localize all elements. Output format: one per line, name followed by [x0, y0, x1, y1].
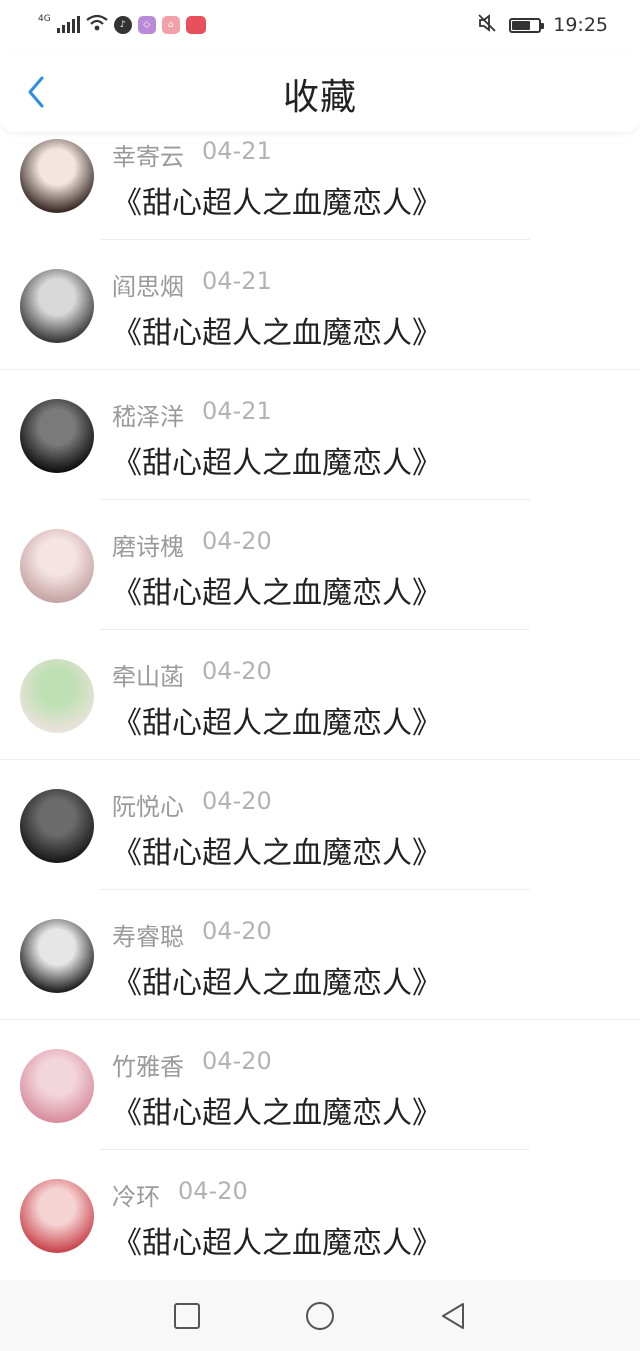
item-title[interactable]: 《甜心超人之血魔恋人》 [112, 698, 442, 742]
header: 收藏 [0, 50, 640, 132]
user-name: 幸寄云 [112, 143, 184, 171]
status-right: 19:25 [477, 13, 608, 38]
page-title: 收藏 [282, 77, 357, 118]
avatar[interactable] [20, 139, 94, 213]
item-date: 04-20 [202, 917, 272, 945]
recent-apps-button[interactable] [167, 1296, 207, 1336]
user-name: 阮悦心 [112, 793, 184, 821]
user-name: 牵山菡 [112, 663, 184, 691]
list-item[interactable]: 嵇泽洋 04-21 《甜心超人之血魔恋人》 [0, 370, 640, 500]
item-meta: 磨诗槐 04-20 [112, 527, 272, 562]
list-item[interactable]: 寿睿聪 04-20 《甜心超人之血魔恋人》 [0, 890, 640, 1020]
item-title[interactable]: 《甜心超人之血魔恋人》 [112, 568, 442, 612]
tiktok-icon: ♪ [113, 16, 132, 34]
avatar[interactable] [20, 919, 94, 993]
network-type: 4G [38, 13, 51, 24]
item-meta: 幸寄云 04-21 [112, 137, 272, 172]
item-title[interactable]: 《甜心超人之血魔恋人》 [112, 438, 442, 482]
avatar[interactable] [20, 529, 94, 603]
item-title[interactable]: 《甜心超人之血魔恋人》 [112, 958, 442, 1002]
item-date: 04-21 [202, 397, 272, 425]
item-title[interactable]: 《甜心超人之血魔恋人》 [112, 178, 442, 222]
avatar[interactable] [20, 1179, 94, 1253]
list-item[interactable]: 阮悦心 04-20 《甜心超人之血魔恋人》 [0, 760, 640, 890]
item-date: 04-21 [202, 137, 272, 165]
list-item[interactable]: 冷环 04-20 《甜心超人之血魔恋人》 [0, 1150, 640, 1280]
app-red-icon [185, 16, 206, 34]
item-meta: 牵山菡 04-20 [112, 657, 272, 692]
item-date: 04-20 [202, 787, 272, 815]
item-meta: 寿睿聪 04-20 [112, 917, 272, 952]
list-item[interactable]: 阎思烟 04-21 《甜心超人之血魔恋人》 [0, 240, 640, 370]
item-date: 04-21 [202, 267, 272, 295]
item-title[interactable]: 《甜心超人之血魔恋人》 [112, 1088, 442, 1132]
home-button[interactable] [300, 1296, 340, 1336]
wifi-icon [86, 14, 108, 36]
status-bar: 4G ♪ ◇ ⌂ 19:25 [0, 0, 640, 50]
triangle-back-icon [442, 1302, 465, 1329]
item-meta: 阎思烟 04-21 [112, 267, 272, 302]
user-name: 寿睿聪 [112, 923, 184, 951]
signal-icon [56, 16, 80, 33]
favorites-list: 幸寄云 04-21 《甜心超人之血魔恋人》 阎思烟 04-21 《甜心超人之血魔… [0, 110, 640, 1280]
navigation-bar [0, 1280, 640, 1351]
user-name: 嵇泽洋 [112, 403, 184, 431]
item-title[interactable]: 《甜心超人之血魔恋人》 [112, 1218, 442, 1262]
item-meta: 嵇泽洋 04-21 [112, 397, 272, 432]
item-title[interactable]: 《甜心超人之血魔恋人》 [112, 828, 442, 872]
app-pink-icon: ⌂ [161, 16, 180, 34]
item-date: 04-20 [202, 527, 272, 555]
item-meta: 阮悦心 04-20 [112, 787, 272, 822]
avatar[interactable] [20, 269, 94, 343]
item-meta: 竹雅香 04-20 [112, 1047, 272, 1082]
back-nav-button[interactable] [433, 1296, 473, 1336]
item-meta: 冷环 04-20 [112, 1177, 248, 1212]
user-name: 竹雅香 [112, 1053, 184, 1081]
item-title[interactable]: 《甜心超人之血魔恋人》 [112, 308, 442, 352]
user-name: 磨诗槐 [112, 533, 184, 561]
app-purple-icon: ◇ [137, 16, 156, 34]
item-date: 04-20 [202, 657, 272, 685]
circle-icon [305, 1301, 334, 1330]
user-name: 阎思烟 [112, 273, 184, 301]
avatar[interactable] [20, 789, 94, 863]
avatar[interactable] [20, 1049, 94, 1123]
mute-icon [477, 13, 497, 38]
battery-icon [509, 17, 545, 33]
item-date: 04-20 [202, 1047, 272, 1075]
list-item[interactable]: 牵山菡 04-20 《甜心超人之血魔恋人》 [0, 630, 640, 760]
list-item[interactable]: 磨诗槐 04-20 《甜心超人之血魔恋人》 [0, 500, 640, 630]
list-item[interactable]: 竹雅香 04-20 《甜心超人之血魔恋人》 [0, 1020, 640, 1150]
status-time: 19:25 [553, 14, 608, 36]
square-icon [173, 1302, 200, 1329]
avatar[interactable] [20, 659, 94, 733]
status-left: 4G ♪ ◇ ⌂ [38, 14, 206, 36]
item-date: 04-20 [178, 1177, 248, 1205]
avatar[interactable] [20, 399, 94, 473]
user-name: 冷环 [112, 1183, 160, 1211]
